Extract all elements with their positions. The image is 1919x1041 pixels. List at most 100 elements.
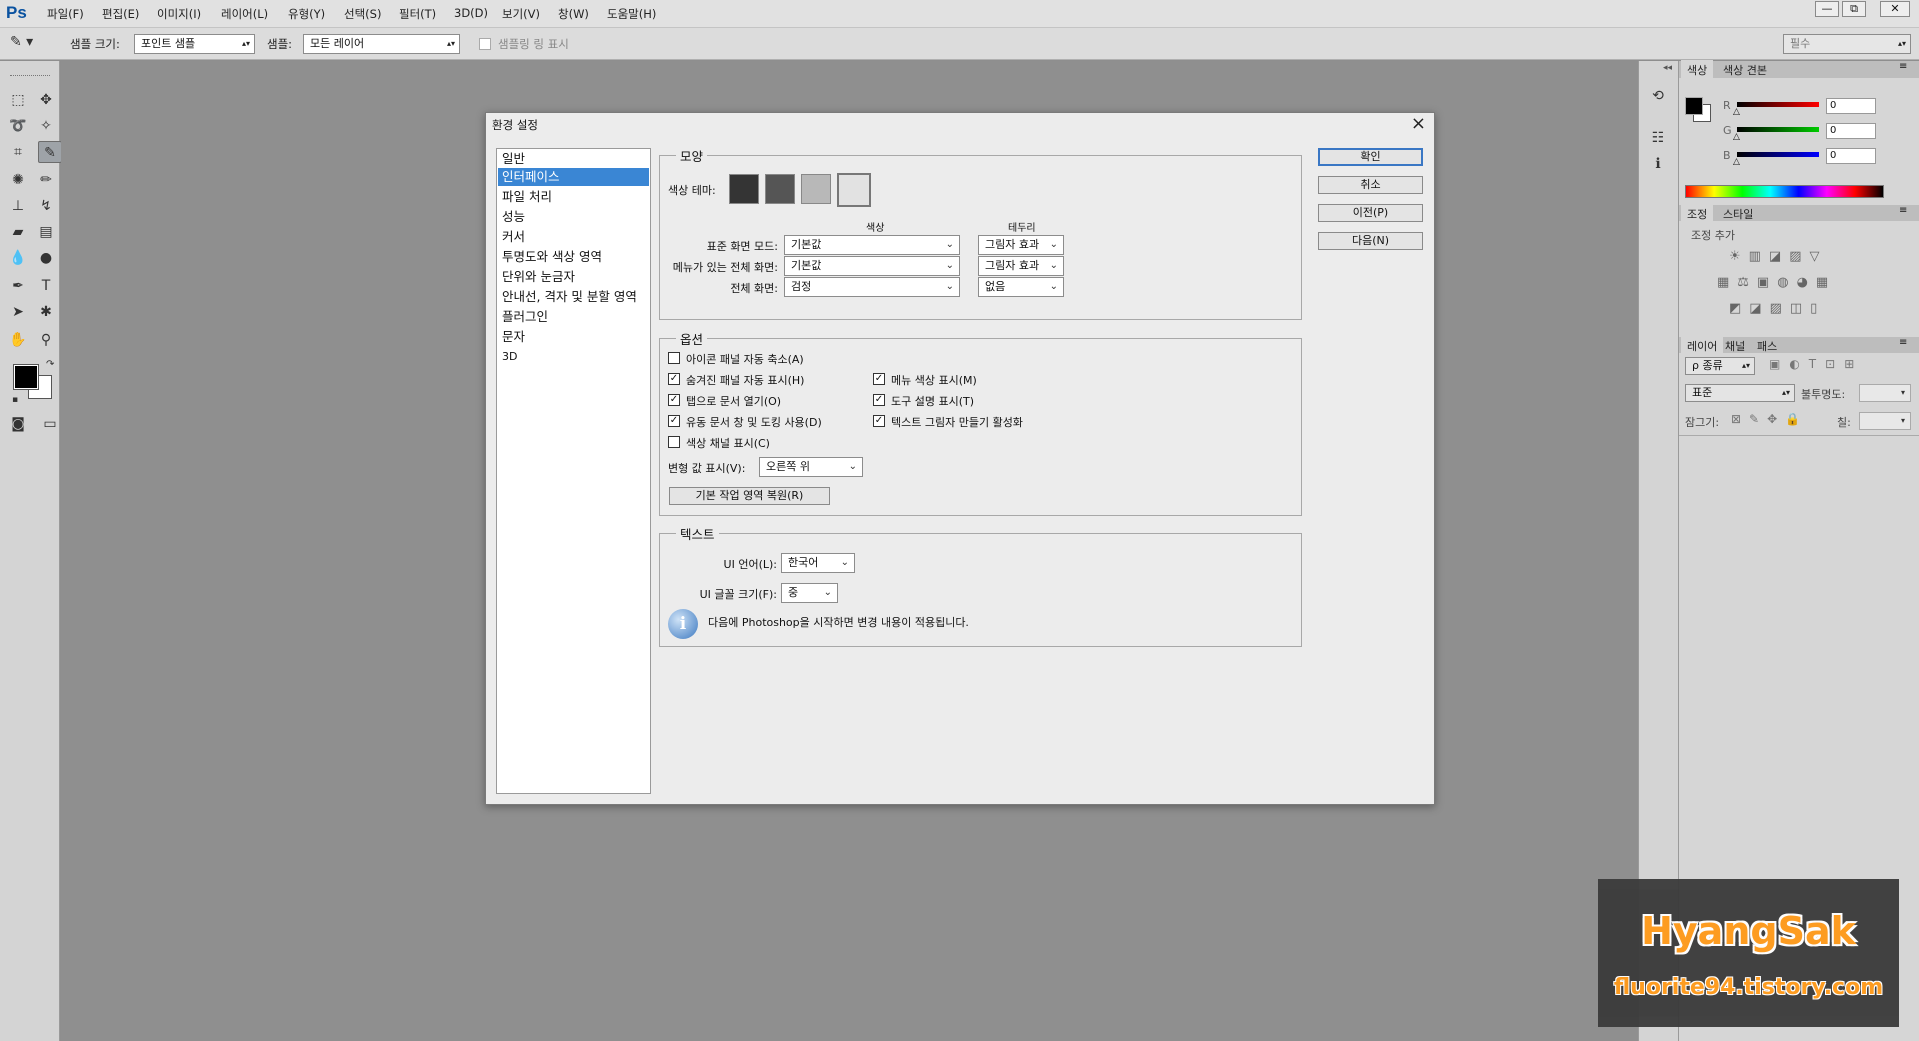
- color-spectrum-bar[interactable]: [1685, 185, 1884, 198]
- properties-panel-icon[interactable]: ☷: [1646, 127, 1670, 149]
- tab-color[interactable]: 색상: [1681, 60, 1714, 80]
- fullscreen-menu-border-select[interactable]: 그림자 효과 ⌄: [978, 256, 1064, 276]
- menu-view[interactable]: 보기(V): [502, 6, 540, 22]
- layer-kind-filter[interactable]: ρ 종류 ▴▾: [1685, 357, 1755, 375]
- screen-mode-icon[interactable]: ▭: [38, 413, 62, 435]
- tab-channels[interactable]: 채널: [1719, 336, 1751, 356]
- b-slider[interactable]: [1737, 152, 1819, 157]
- eyedropper-tool-icon[interactable]: ✎: [38, 141, 62, 163]
- channel-color-checkbox[interactable]: [668, 436, 680, 448]
- menu-filter[interactable]: 필터(T): [399, 6, 436, 22]
- tab-layers[interactable]: 레이어: [1681, 336, 1724, 356]
- quick-mask-icon[interactable]: ◙: [6, 413, 30, 435]
- category-item[interactable]: 투명도와 색상 영역: [498, 248, 649, 266]
- stamp-tool-icon[interactable]: ⊥: [6, 195, 30, 217]
- dialog-close-icon[interactable]: ×: [1411, 113, 1426, 134]
- adjust-icons-row2[interactable]: ▦⚖▣◍◕▦: [1717, 275, 1836, 290]
- b-slider-handle-icon[interactable]: △: [1733, 157, 1740, 167]
- restore-button[interactable]: ⧉: [1842, 1, 1866, 17]
- theme-swatch-lightest-selected[interactable]: [837, 173, 871, 207]
- menu-file[interactable]: 파일(F): [47, 6, 84, 22]
- menu-window[interactable]: 창(W): [558, 6, 589, 22]
- fullscreen-menu-color-select[interactable]: 기본값 ⌄: [784, 256, 960, 276]
- r-slider[interactable]: [1737, 102, 1819, 107]
- category-item[interactable]: 커서: [498, 228, 649, 246]
- layer-filter-icons[interactable]: ▣◐T⊡⊞: [1769, 357, 1863, 371]
- g-slider-handle-icon[interactable]: △: [1733, 132, 1740, 142]
- tab-swatches[interactable]: 색상 견본: [1717, 60, 1773, 80]
- swap-colors-icon[interactable]: ↷: [46, 359, 54, 370]
- tab-styles[interactable]: 스타일: [1717, 204, 1759, 224]
- ui-font-size-select[interactable]: 중 ⌄: [781, 583, 838, 603]
- theme-swatch-light[interactable]: [801, 174, 831, 204]
- adjust-icons-row3[interactable]: ◩◪▨◫▯: [1729, 301, 1825, 316]
- adjust-icons-row1[interactable]: ☀▥◪▨▽: [1729, 249, 1828, 264]
- fullscreen-border-select[interactable]: 없음 ⌄: [978, 277, 1064, 297]
- layers-panel-menu-icon[interactable]: ≡: [1899, 337, 1907, 348]
- category-item[interactable]: 안내선, 격자 및 분할 영역: [498, 288, 649, 306]
- dock-collapse-icon[interactable]: ◂◂: [1663, 63, 1672, 73]
- history-panel-icon[interactable]: ⟲: [1646, 85, 1670, 107]
- default-colors-icon[interactable]: ▪: [12, 395, 18, 405]
- blend-mode-select[interactable]: 표준 ▴▾: [1685, 384, 1795, 402]
- move-tool-icon[interactable]: ✥: [34, 89, 58, 111]
- zoom-tool-icon[interactable]: ⚲: [34, 329, 58, 351]
- theme-swatch-dark[interactable]: [765, 174, 795, 204]
- theme-swatch-darkest[interactable]: [729, 174, 759, 204]
- menu-image[interactable]: 이미지(I): [157, 6, 201, 22]
- foreground-color-swatch[interactable]: [13, 364, 39, 390]
- category-item[interactable]: 3D: [498, 348, 649, 366]
- menu-help[interactable]: 도움말(H): [607, 6, 656, 22]
- dodge-tool-icon[interactable]: ●: [34, 247, 58, 269]
- opacity-field[interactable]: ▾: [1859, 384, 1911, 402]
- eraser-tool-icon[interactable]: ▰: [6, 221, 30, 243]
- sample-size-select[interactable]: 포인트 샘플 ▴▾: [134, 34, 255, 54]
- r-value-field[interactable]: 0: [1826, 98, 1876, 114]
- text-drop-shadow-checkbox[interactable]: ✓: [873, 415, 885, 427]
- history-brush-tool-icon[interactable]: ↯: [34, 195, 58, 217]
- category-item[interactable]: 문자: [498, 328, 649, 346]
- tab-paths[interactable]: 패스: [1751, 336, 1783, 356]
- pen-tool-icon[interactable]: ✒: [6, 275, 30, 297]
- info-panel-icon[interactable]: ℹ: [1646, 153, 1670, 175]
- open-tabs-checkbox[interactable]: ✓: [668, 394, 680, 406]
- minimize-button[interactable]: —: [1815, 1, 1839, 17]
- color-fg-swatch[interactable]: [1685, 97, 1703, 115]
- category-item[interactable]: 성능: [498, 208, 649, 226]
- sample-select[interactable]: 모든 레이어 ▴▾: [303, 34, 460, 54]
- category-item-selected[interactable]: 인터페이스: [498, 168, 649, 186]
- r-slider-handle-icon[interactable]: △: [1733, 107, 1740, 117]
- transform-values-select[interactable]: 오른쪽 위 ⌄: [759, 457, 863, 477]
- floating-docking-checkbox[interactable]: ✓: [668, 415, 680, 427]
- brush-tool-icon[interactable]: ✏: [34, 169, 58, 191]
- category-item[interactable]: 파일 처리: [498, 188, 649, 206]
- fullscreen-color-select[interactable]: 검정 ⌄: [784, 277, 960, 297]
- category-item[interactable]: 플러그인: [498, 308, 649, 326]
- shape-tool-icon[interactable]: ✱: [34, 301, 58, 323]
- gradient-tool-icon[interactable]: ▤: [34, 221, 58, 243]
- lock-icons[interactable]: ⊠✎✥🔒: [1731, 412, 1808, 426]
- prev-button[interactable]: 이전(P): [1318, 204, 1423, 222]
- crop-tool-icon[interactable]: ⌗: [6, 141, 30, 163]
- ok-button[interactable]: 확인: [1318, 148, 1423, 166]
- close-app-button[interactable]: ✕: [1880, 1, 1910, 17]
- g-value-field[interactable]: 0: [1826, 123, 1876, 139]
- marquee-tool-icon[interactable]: ⬚: [6, 89, 30, 111]
- auto-collapse-checkbox[interactable]: [668, 352, 680, 364]
- menu-colors-checkbox[interactable]: ✓: [873, 373, 885, 385]
- menu-3d[interactable]: 3D(D): [454, 6, 488, 20]
- spot-heal-tool-icon[interactable]: ✺: [6, 169, 30, 191]
- standard-mode-border-select[interactable]: 그림자 효과 ⌄: [978, 235, 1064, 255]
- category-item[interactable]: 일반: [498, 150, 649, 168]
- ui-language-select[interactable]: 한국어 ⌄: [781, 553, 855, 573]
- menu-layer[interactable]: 레이어(L): [221, 6, 268, 22]
- adjust-panel-menu-icon[interactable]: ≡: [1899, 205, 1907, 216]
- hand-tool-icon[interactable]: ✋: [6, 329, 30, 351]
- restore-workspace-button[interactable]: 기본 작업 영역 복원(R): [669, 487, 830, 505]
- standard-mode-color-select[interactable]: 기본값 ⌄: [784, 235, 960, 255]
- lasso-tool-icon[interactable]: ➰: [6, 115, 30, 137]
- menu-edit[interactable]: 편집(E): [102, 6, 139, 22]
- fill-field[interactable]: ▾: [1859, 412, 1911, 430]
- quick-select-tool-icon[interactable]: ✧: [34, 115, 58, 137]
- category-item[interactable]: 단위와 눈금자: [498, 268, 649, 286]
